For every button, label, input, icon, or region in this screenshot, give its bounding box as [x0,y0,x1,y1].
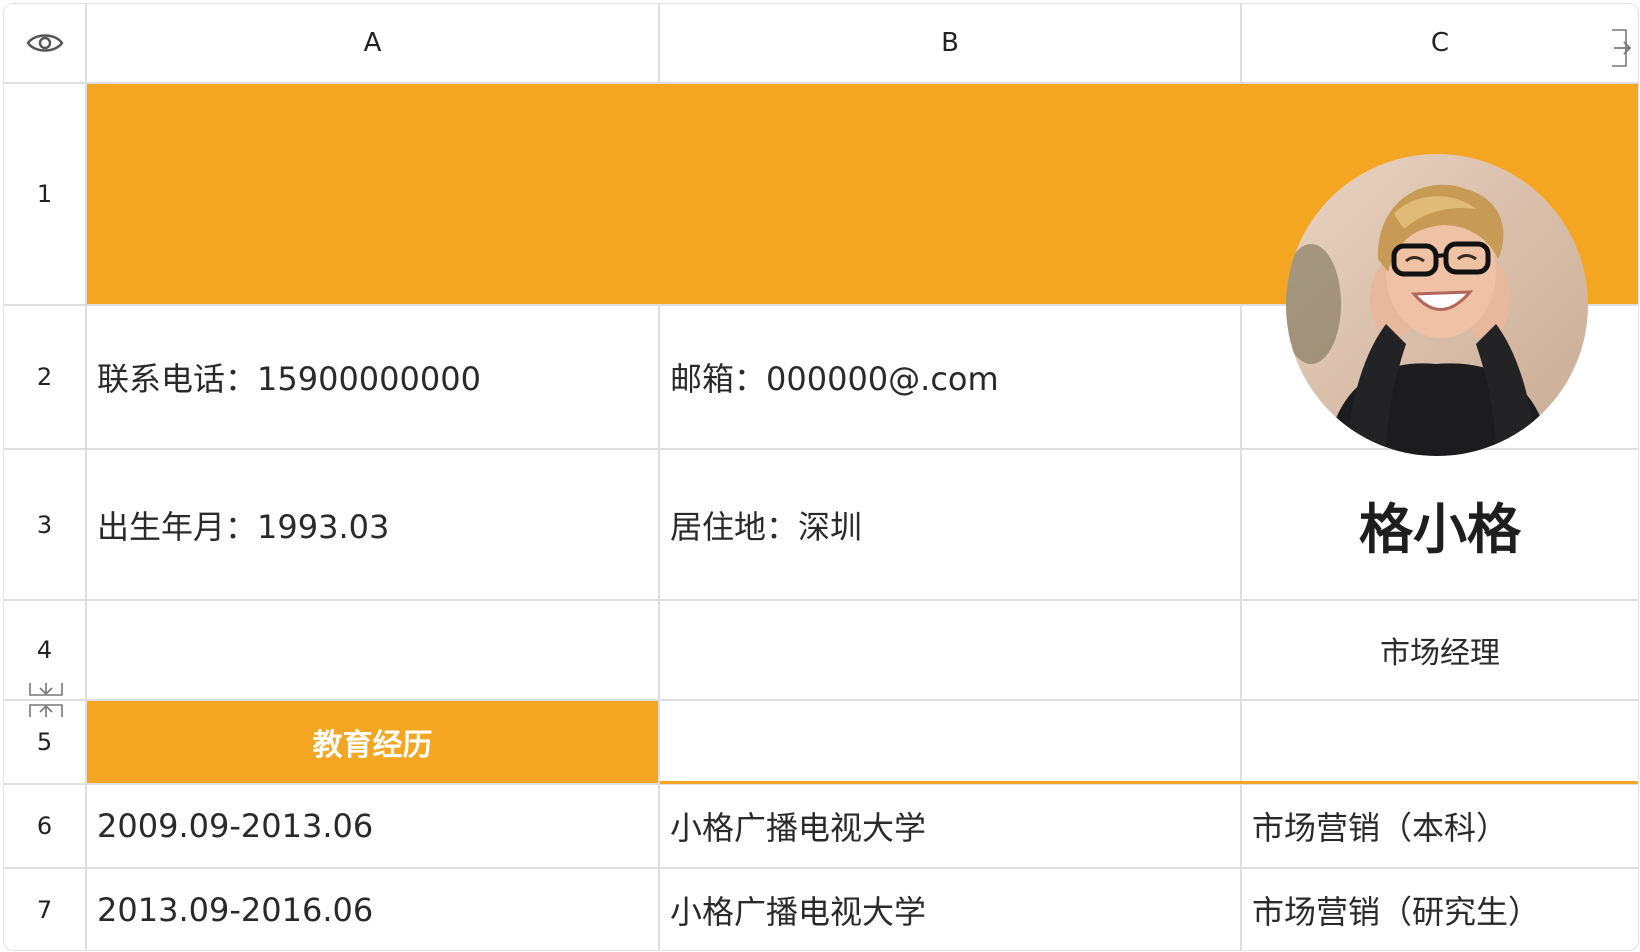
row-header-2[interactable]: 2 [4,306,85,448]
education-period-cell[interactable]: 2009.09-2013.06 [87,785,658,867]
major-text: 市场营销（本科） [1252,809,1509,847]
residence-text: 居住地：深圳 [670,507,863,546]
row-label: 7 [36,895,53,924]
row-label: 5 [36,728,53,756]
phone-text: 联系电话：15900000000 [97,360,481,398]
row-label: 2 [36,363,53,391]
row-header-7[interactable]: 7 [4,869,85,950]
education-school-cell[interactable]: 小格广播电视大学 [660,785,1240,867]
column-label: C [1430,28,1450,58]
school-text: 小格广播电视大学 [670,892,927,931]
education-school-cell[interactable]: 小格广播电视大学 [660,869,1240,950]
row-header-1[interactable]: 1 [4,84,85,304]
email-text: 邮箱：000000@.com [670,360,999,398]
column-label: A [363,28,382,58]
birth-text: 出生年月：1993.03 [97,507,390,546]
name-cell[interactable]: 格小格 [1242,450,1638,599]
name-text: 格小格 [1359,498,1521,561]
education-major-cell[interactable]: 市场营销（研究生） [1242,869,1638,950]
phone-cell[interactable]: 联系电话：15900000000 [87,306,658,448]
email-cell[interactable]: 邮箱：000000@.com [660,306,1240,448]
major-text: 市场营销（研究生） [1252,892,1541,931]
row-label: 6 [36,812,53,840]
school-text: 小格广播电视大学 [670,809,927,847]
column-header-a[interactable]: A [87,4,658,82]
row-resize-icon[interactable] [28,681,64,719]
eye-icon[interactable] [4,4,85,82]
column-header-b[interactable]: B [660,4,1240,82]
education-header-text: 教育经历 [312,728,433,763]
spreadsheet: A B C 1 2 3 4 5 6 7 联系电话：15900000000 邮箱：… [3,3,1639,951]
job-title-cell[interactable]: 市场经理 [1242,601,1638,699]
expand-right-icon[interactable] [1610,28,1634,68]
profile-photo[interactable] [1286,154,1588,456]
row-label: 3 [36,510,53,539]
row-header-6[interactable]: 6 [4,785,85,867]
row-label: 1 [36,180,53,208]
column-label: B [941,28,959,58]
column-header-c[interactable]: C [1242,4,1638,82]
residence-cell[interactable]: 居住地：深圳 [660,450,1240,599]
period-text: 2009.09-2013.06 [97,807,374,845]
row-header-3[interactable]: 3 [4,450,85,599]
birth-cell[interactable]: 出生年月：1993.03 [87,450,658,599]
job-title-text: 市场经理 [1380,636,1500,671]
education-major-cell[interactable]: 市场营销（本科） [1242,785,1638,867]
education-period-cell[interactable]: 2013.09-2016.06 [87,869,658,950]
section-underline [660,781,1638,784]
period-text: 2013.09-2016.06 [97,890,374,929]
education-header-cell[interactable]: 教育经历 [87,701,658,783]
row-label: 4 [36,636,53,664]
